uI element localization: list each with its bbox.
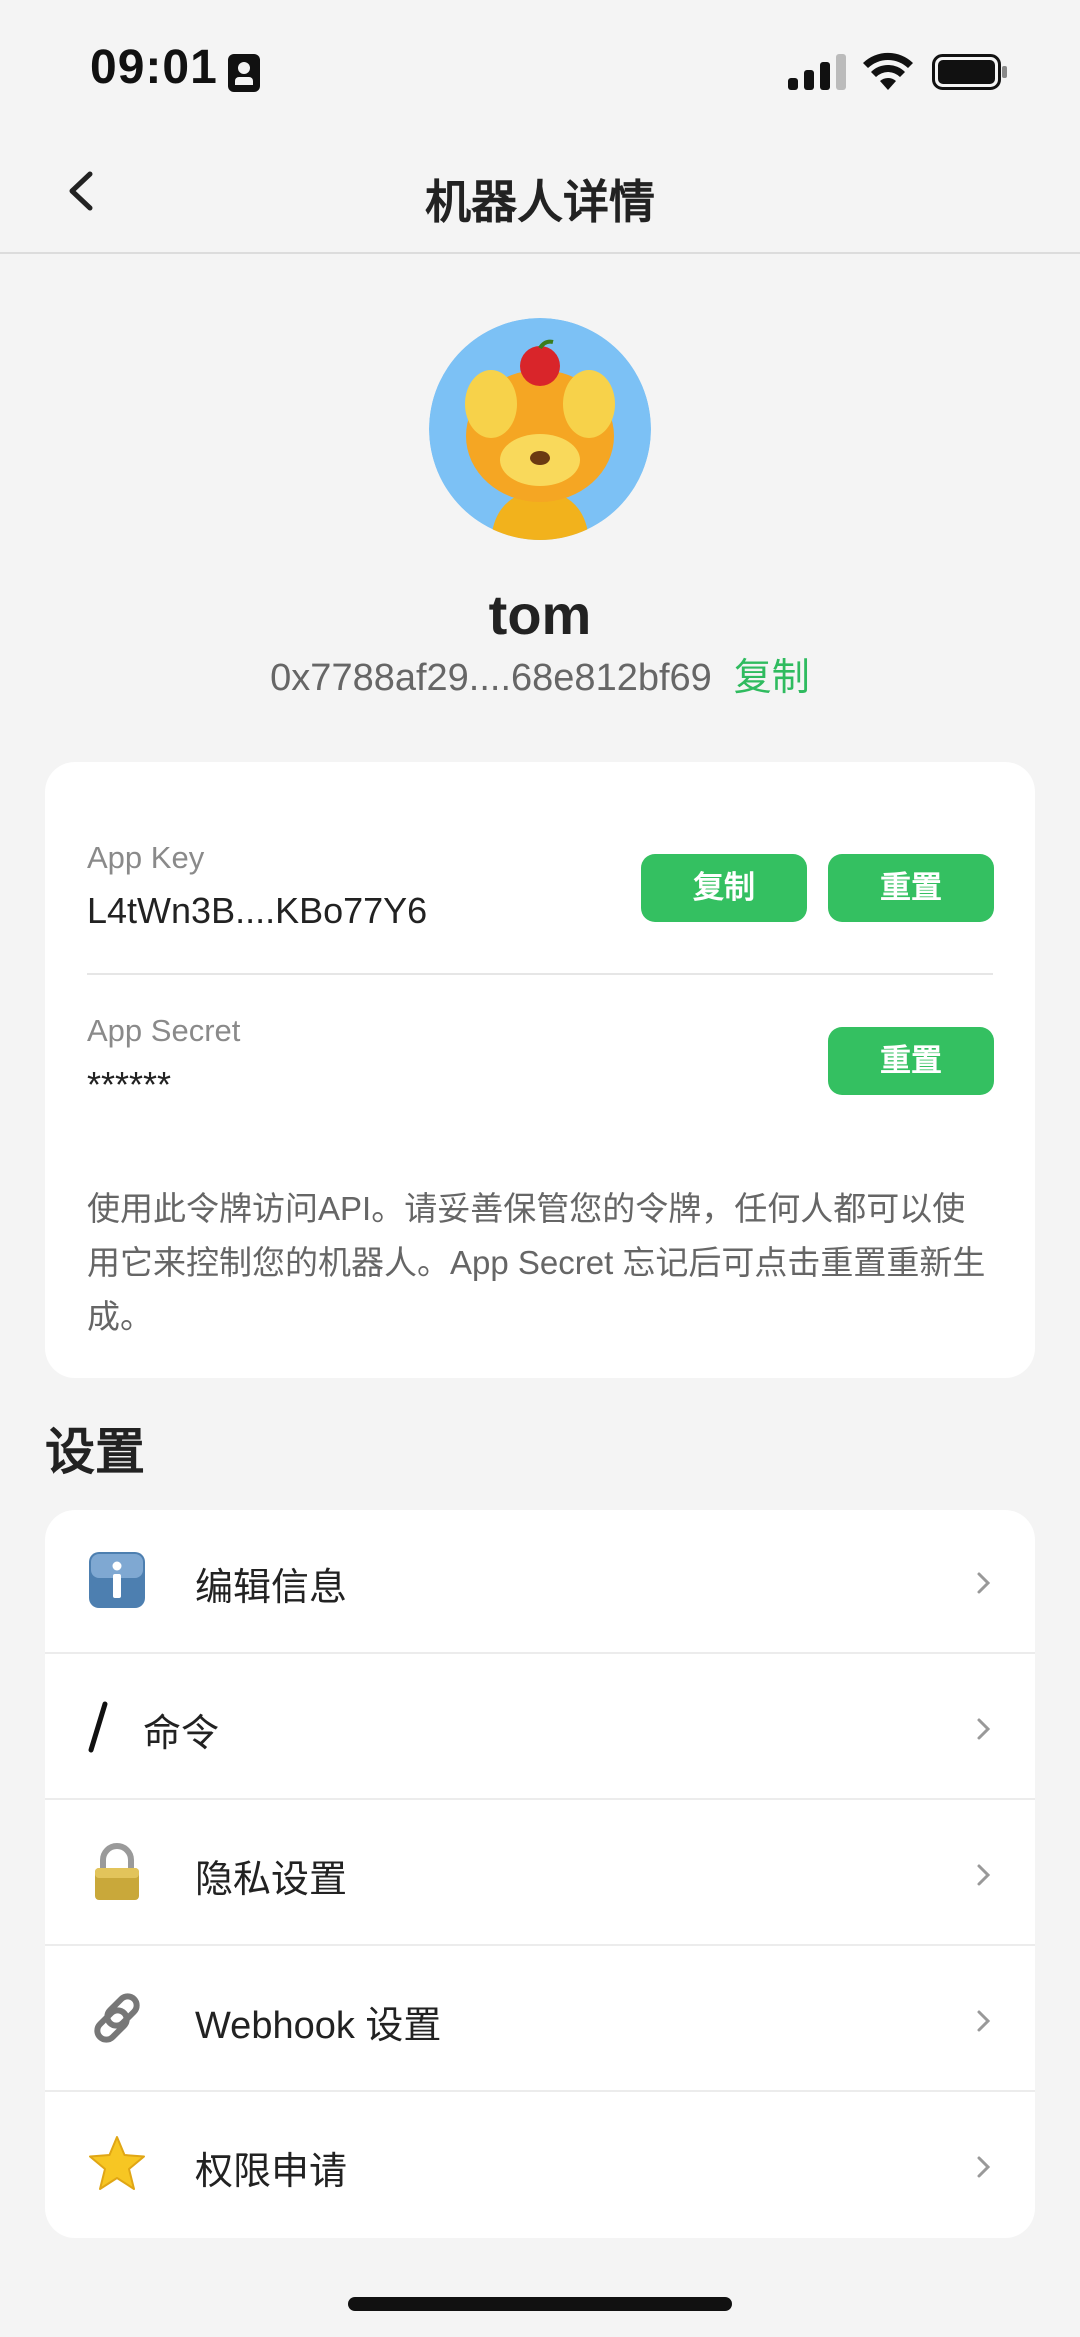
- chevron-right-icon: [977, 1572, 991, 1594]
- app-key-label: App Key: [87, 840, 205, 875]
- status-bar: 09:01: [0, 0, 1080, 130]
- chevron-right-icon: [977, 2010, 991, 2032]
- settings-item-edit-info[interactable]: 编辑信息: [45, 1510, 1035, 1654]
- link-icon: [94, 1993, 140, 2043]
- wifi-icon: [863, 52, 913, 90]
- copy-app-key-button[interactable]: 复制: [641, 854, 807, 922]
- bot-avatar: [429, 318, 651, 540]
- settings-item-commands[interactable]: 命令: [45, 1656, 1035, 1800]
- bot-address: 0x7788af29....68e812bf69: [270, 657, 712, 699]
- reset-app-secret-button[interactable]: 重置: [828, 1027, 994, 1095]
- nav-bar: 机器人详情: [0, 130, 1080, 254]
- settings-item-privacy[interactable]: 隐私设置: [45, 1802, 1035, 1946]
- reset-app-key-button[interactable]: 重置: [828, 854, 994, 922]
- app-secret-value: ******: [87, 1064, 172, 1105]
- cellular-signal-icon: [788, 54, 848, 90]
- credentials-card: App Key L4tWn3B....KBo77Y6 复制 重置 App Sec…: [45, 762, 1035, 1378]
- app-secret-label: App Secret: [87, 1013, 241, 1048]
- settings-item-label: Webhook 设置: [195, 2005, 442, 2047]
- settings-item-label: 命令: [143, 1713, 220, 1755]
- page-title: 机器人详情: [425, 176, 655, 228]
- chevron-right-icon: [977, 1864, 991, 1886]
- bot-name: tom: [488, 583, 592, 646]
- star-icon: [89, 2136, 145, 2190]
- bot-address-row: 0x7788af29....68e812bf69 复制: [0, 646, 1080, 701]
- app-key-value: L4tWn3B....KBo77Y6: [87, 890, 428, 931]
- settings-item-label: 权限申请: [195, 2151, 348, 2193]
- battery-icon: [932, 54, 1007, 90]
- settings-item-webhook[interactable]: Webhook 设置: [45, 1948, 1035, 2092]
- contact-card-icon: [228, 54, 260, 92]
- settings-item-label: 编辑信息: [195, 1567, 348, 1609]
- status-time: 09:01: [90, 41, 218, 94]
- divider: [87, 973, 993, 975]
- settings-item-label: 隐私设置: [195, 1859, 348, 1901]
- token-usage-note: 使用此令牌访问API。请妥善保管您的令牌，任何人都可以使用它来控制您的机器人。A…: [87, 1190, 986, 1335]
- copy-address-button[interactable]: 复制: [734, 657, 810, 699]
- slash-icon: [88, 1701, 108, 1753]
- chevron-right-icon: [977, 2156, 991, 2178]
- settings-list: 编辑信息 命令 隐私设置 Webhook 设置 权限申请: [45, 1510, 1035, 2238]
- info-icon: [89, 1552, 145, 1608]
- chevron-right-icon: [977, 1718, 991, 1740]
- lock-icon: [95, 1843, 139, 1900]
- home-indicator[interactable]: [348, 2297, 732, 2311]
- settings-section-title: 设置: [45, 1424, 145, 1480]
- settings-item-permissions[interactable]: 权限申请: [45, 2094, 1035, 2238]
